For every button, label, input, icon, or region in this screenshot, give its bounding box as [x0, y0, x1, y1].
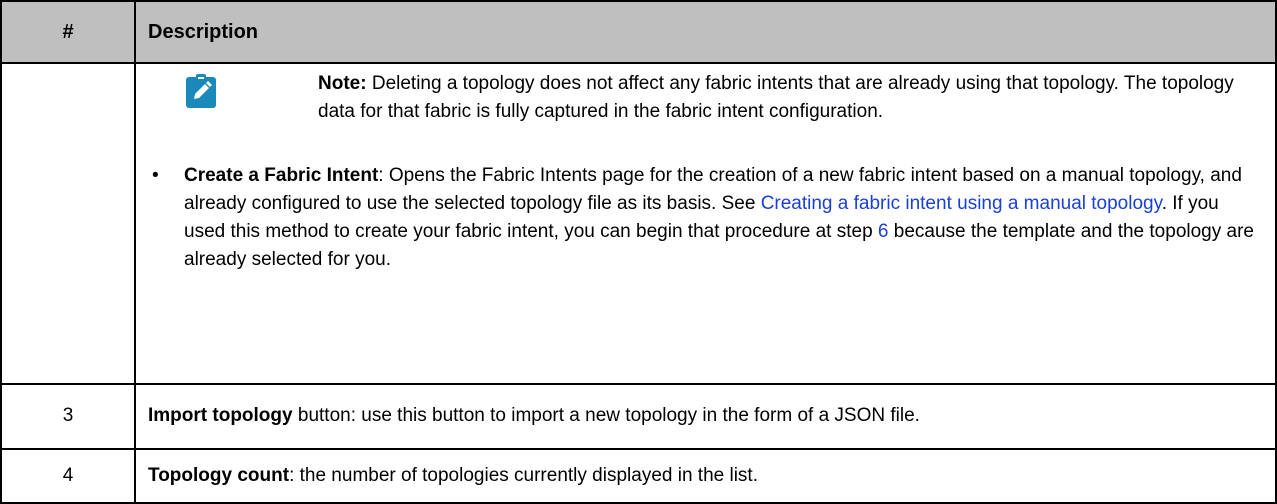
topology-count-label: Topology count	[148, 464, 290, 486]
import-topology-text: button: use this button to import a new …	[292, 405, 920, 427]
row-number	[0, 62, 136, 385]
note-label: Note:	[318, 73, 367, 94]
list-item: • Create a Fabric Intent: Opens the Fabr…	[148, 162, 1265, 274]
note-block: Note: Deleting a topology does not affec…	[148, 70, 1265, 126]
header-num: #	[0, 0, 136, 64]
create-fabric-intent-label: Create a Fabric Intent	[184, 165, 379, 186]
creating-fabric-intent-link[interactable]: Creating a fabric intent using a manual …	[761, 193, 1162, 214]
table-row: 3 Import topology button: use this butto…	[0, 382, 1277, 450]
row-number: 3	[0, 382, 136, 450]
bullet-mark: •	[152, 165, 159, 186]
row-description: Note: Deleting a topology does not affec…	[134, 62, 1277, 385]
row-number: 4	[0, 447, 136, 504]
row-description: Import topology button: use this button …	[134, 382, 1277, 450]
step-6-link[interactable]: 6	[878, 221, 889, 242]
description-table: # Description Note: Deleting a topology …	[0, 0, 1277, 504]
header-description: Description	[134, 0, 1277, 64]
import-topology-label: Import topology	[148, 405, 293, 427]
bullet-text: Create a Fabric Intent: Opens the Fabric…	[184, 162, 1265, 274]
note-body: Deleting a topology does not affect any …	[318, 73, 1234, 122]
note-text: Note: Deleting a topology does not affec…	[318, 70, 1265, 126]
table-row: 4 Topology count: the number of topologi…	[0, 447, 1277, 504]
pencil-clipboard-icon	[186, 74, 216, 108]
row-description: Topology count: the number of topologies…	[134, 447, 1277, 504]
table-header-row: # Description	[0, 0, 1277, 64]
table-row: Note: Deleting a topology does not affec…	[0, 62, 1277, 385]
topology-count-text: : the number of topologies currently dis…	[289, 464, 758, 486]
